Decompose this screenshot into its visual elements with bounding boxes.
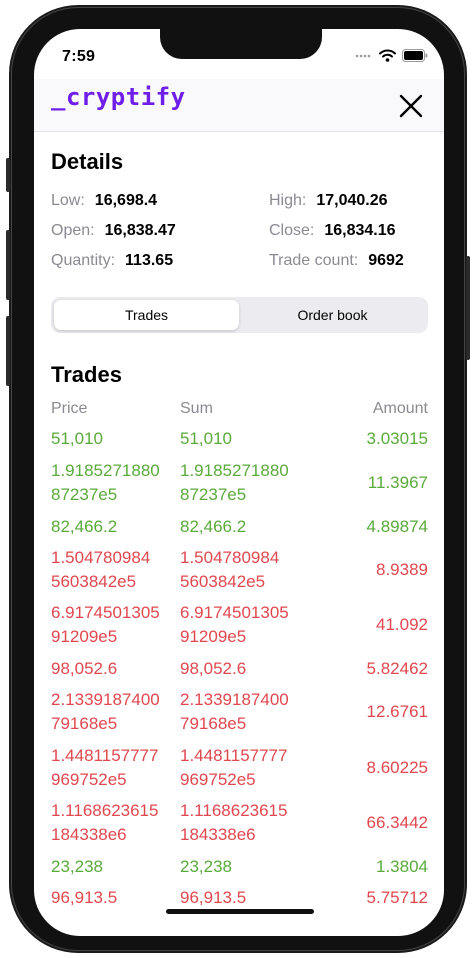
table-row: 1.504780984 5603842e5 1.504780984 5603842… [51, 546, 428, 594]
app-logo: _cryptify [51, 83, 186, 111]
battery-icon [402, 49, 428, 62]
signal-icon [355, 54, 371, 57]
power-button [466, 256, 470, 360]
column-header-price: Price [51, 400, 88, 417]
trade-sum: 6.9174501305 91209e5 [180, 603, 289, 646]
detail-quantity: Quantity: 113.65 [51, 252, 173, 270]
detail-open: Open: 16,838.47 [51, 222, 176, 240]
trade-amount: 8.9389 [376, 560, 428, 579]
trade-price: 1.9185271880 87237e5 [51, 461, 160, 504]
detail-low-value: 16,698.4 [94, 192, 158, 209]
table-row: 6.9174501305 91209e5 6.9174501305 91209e5… [51, 601, 428, 649]
detail-trade-count-value: 9692 [368, 252, 404, 269]
volume-up-button [6, 230, 10, 300]
detail-low-label: Low: [51, 192, 85, 209]
column-header-amount: Amount [372, 400, 428, 417]
detail-close-value: 16,834.16 [324, 222, 396, 239]
detail-high-value: 17,040.26 [316, 192, 388, 209]
detail-quantity-value: 113.65 [125, 252, 174, 269]
table-row: 1.1168623615 184338e6 1.1168623615 184338… [51, 799, 428, 847]
detail-close-label: Close: [269, 222, 315, 239]
column-header-sum: Sum [180, 400, 213, 417]
trade-sum: 96,913.5 [180, 888, 247, 907]
app-screen: 7:59 _cryptify Details Low: 16,698.4 High… [34, 29, 444, 936]
trade-amount: 11.3967 [367, 473, 428, 492]
trade-sum: 1.504780984 5603842e5 [180, 548, 280, 591]
trade-price: 98,052.6 [51, 659, 118, 678]
trade-amount: 41.092 [376, 615, 428, 634]
table-row: 23,238 23,238 1.3804 [51, 855, 428, 879]
status-time: 7:59 [62, 48, 96, 65]
trade-amount: 5.75712 [366, 888, 428, 907]
trades-title: Trades [51, 362, 122, 387]
tab-order-book[interactable]: Order book [240, 300, 425, 330]
table-row: 82,466.2 82,466.2 4.89874 [51, 515, 428, 539]
detail-close: Close: 16,834.16 [269, 222, 396, 240]
trade-amount: 66.3442 [366, 813, 428, 832]
trade-sum: 1.1168623615 184338e6 [180, 801, 288, 844]
table-row: 98,052.6 98,052.6 5.82462 [51, 657, 428, 681]
mute-switch [6, 158, 10, 192]
segmented-control: Trades Order book [51, 297, 428, 333]
status-icons [355, 49, 428, 62]
trade-price: 1.4481157777 969752e5 [51, 746, 159, 789]
trade-price: 82,466.2 [51, 517, 118, 536]
wifi-icon [379, 49, 396, 62]
volume-down-button [6, 316, 10, 386]
trade-sum: 51,010 [180, 429, 232, 448]
trade-sum: 98,052.6 [180, 659, 247, 678]
notch [160, 29, 322, 59]
trade-price: 2.1339187400 79168e5 [51, 690, 160, 733]
tab-trades[interactable]: Trades [54, 300, 239, 330]
table-row: 51,010 51,010 3.03015 [51, 427, 428, 451]
detail-open-value: 16,838.47 [104, 222, 176, 239]
table-row: 96,913.5 96,913.5 5.75712 [51, 886, 428, 910]
detail-high-label: High: [269, 192, 307, 209]
close-icon[interactable] [394, 89, 428, 123]
trade-amount: 1.3804 [376, 857, 428, 876]
trade-price: 96,913.5 [51, 888, 118, 907]
trade-amount: 5.82462 [366, 659, 428, 678]
trade-price: 1.504780984 5603842e5 [51, 548, 151, 591]
trade-price: 6.9174501305 91209e5 [51, 603, 160, 646]
trade-price: 51,010 [51, 429, 103, 448]
detail-trade-count-label: Trade count: [269, 252, 359, 269]
trade-price: 1.1168623615 184338e6 [51, 801, 159, 844]
app-header: _cryptify [34, 79, 444, 132]
trade-sum: 1.9185271880 87237e5 [180, 461, 289, 504]
trade-amount: 3.03015 [366, 429, 428, 448]
home-indicator [166, 909, 314, 914]
trade-price: 23,238 [51, 857, 103, 876]
details-title: Details [51, 149, 124, 174]
table-row: 1.4481157777 969752e5 1.4481157777 969752… [51, 744, 428, 792]
detail-high: High: 17,040.26 [269, 192, 388, 210]
trade-sum: 23,238 [180, 857, 232, 876]
detail-quantity-label: Quantity: [51, 252, 116, 269]
trade-sum: 1.4481157777 969752e5 [180, 746, 288, 789]
trade-sum: 82,466.2 [180, 517, 247, 536]
trade-amount: 4.89874 [366, 517, 428, 536]
table-row: 2.1339187400 79168e5 2.1339187400 79168e5… [51, 688, 428, 736]
trade-amount: 8.60225 [366, 758, 428, 777]
trade-sum: 2.1339187400 79168e5 [180, 690, 289, 733]
trade-amount: 12.6761 [366, 702, 428, 721]
detail-open-label: Open: [51, 222, 95, 239]
table-row: 1.9185271880 87237e5 1.9185271880 87237e5… [51, 459, 428, 507]
detail-trade-count: Trade count: 9692 [269, 252, 404, 270]
detail-low: Low: 16,698.4 [51, 192, 157, 210]
